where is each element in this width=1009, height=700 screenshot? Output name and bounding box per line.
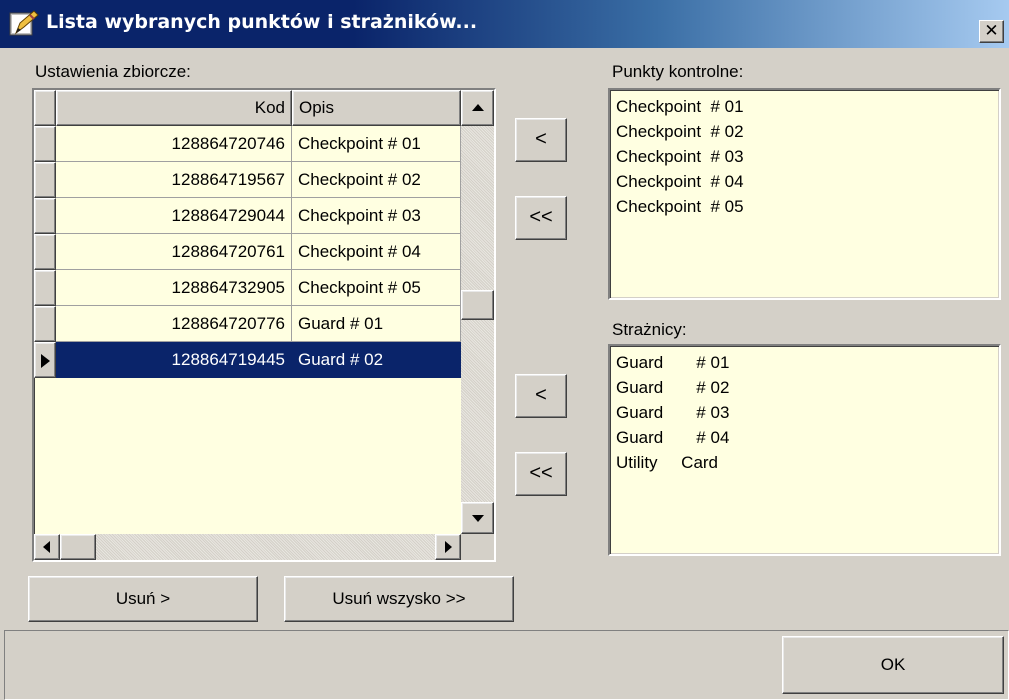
scroll-up-button[interactable] — [461, 90, 494, 126]
checkpoints-list[interactable]: Checkpoint # 01 Checkpoint # 02 Checkpoi… — [608, 88, 1001, 300]
dialog-window: Lista wybranych punktów i strażników... … — [0, 0, 1009, 700]
move-guard-back-button[interactable]: < — [515, 374, 567, 418]
cell-opis: Guard # 01 — [292, 306, 461, 342]
cell-opis: Checkpoint # 03 — [292, 198, 461, 234]
move-single-label: < — [535, 384, 547, 406]
row-indicator[interactable] — [34, 306, 56, 342]
guards-label: Strażnicy: — [612, 320, 687, 339]
cell-kod: 128864732905 — [56, 270, 292, 306]
arrow-right-icon — [445, 541, 452, 553]
list-item[interactable]: Guard # 04 — [616, 425, 999, 450]
table-row[interactable]: 128864719567 Checkpoint # 02 — [34, 162, 461, 198]
list-item[interactable]: Guard # 01 — [616, 350, 999, 375]
cell-kod: 128864720776 — [56, 306, 292, 342]
grid-horizontal-scrollbar[interactable] — [34, 534, 461, 560]
table-row[interactable]: 128864720761 Checkpoint # 04 — [34, 234, 461, 270]
row-indicator[interactable] — [34, 270, 56, 306]
checkpoints-label: Punkty kontrolne: — [612, 62, 744, 81]
row-indicator[interactable] — [34, 162, 56, 198]
row-indicator[interactable] — [34, 234, 56, 270]
cell-opis: Checkpoint # 04 — [292, 234, 461, 270]
row-indicator[interactable] — [34, 126, 56, 162]
arrow-up-icon — [471, 104, 484, 111]
list-item[interactable]: Checkpoint # 04 — [616, 169, 999, 194]
table-row-selected[interactable]: 128864719445 Guard # 02 — [34, 342, 461, 378]
cell-kod: 128864719445 — [56, 342, 292, 378]
remove-all-button-label: Usuń wszysko >> — [332, 589, 466, 608]
list-item[interactable]: Guard # 02 — [616, 375, 999, 400]
table-row[interactable]: 128864729044 Checkpoint # 03 — [34, 198, 461, 234]
horizontal-scroll-thumb[interactable] — [60, 534, 96, 560]
cell-opis: Checkpoint # 01 — [292, 126, 461, 162]
scroll-down-button[interactable] — [461, 502, 494, 534]
list-item[interactable]: Checkpoint # 01 — [616, 94, 999, 119]
row-indicator-current[interactable] — [34, 342, 56, 378]
arrow-down-icon — [471, 515, 484, 522]
cell-opis: Checkpoint # 02 — [292, 162, 461, 198]
close-button[interactable]: ✕ — [979, 20, 1004, 43]
cell-opis: Checkpoint # 05 — [292, 270, 461, 306]
vertical-scroll-thumb[interactable] — [461, 290, 494, 320]
cell-kod: 128864720746 — [56, 126, 292, 162]
list-item[interactable]: Checkpoint # 02 — [616, 119, 999, 144]
remove-button-label: Usuń > — [115, 589, 171, 608]
row-indicator[interactable] — [34, 198, 56, 234]
close-icon: ✕ — [984, 21, 999, 41]
list-item[interactable]: Guard # 03 — [616, 400, 999, 425]
ok-button[interactable]: OK — [782, 636, 1004, 694]
list-item[interactable]: Checkpoint # 03 — [616, 144, 999, 169]
grid-vertical-scrollbar[interactable] — [461, 90, 494, 534]
move-all-label: << — [529, 462, 553, 484]
current-row-arrow-icon — [41, 354, 50, 368]
table-row[interactable]: 128864732905 Checkpoint # 05 — [34, 270, 461, 306]
selected-items-grid[interactable]: Kod Opis 128864720746 Checkpoint # 01 12… — [32, 88, 496, 562]
ok-button-label: OK — [880, 655, 906, 674]
move-all-checkpoints-back-button[interactable]: << — [515, 196, 567, 240]
guards-list[interactable]: Guard # 01 Guard # 02 Guard # 03 Guard #… — [608, 344, 1001, 556]
scroll-right-button[interactable] — [435, 534, 461, 560]
grid-header: Kod Opis — [34, 90, 461, 126]
header-indicator-cell — [34, 90, 56, 126]
table-row[interactable]: 128864720776 Guard # 01 — [34, 306, 461, 342]
arrow-left-icon — [43, 541, 50, 553]
list-item[interactable]: Utility Card — [616, 450, 999, 475]
move-all-label: << — [529, 206, 553, 228]
scrollbar-corner — [461, 534, 494, 560]
list-item[interactable]: Checkpoint # 05 — [616, 194, 999, 219]
table-row[interactable]: 128864720746 Checkpoint # 01 — [34, 126, 461, 162]
title-bar[interactable]: Lista wybranych punktów i strażników... … — [0, 0, 1009, 48]
remove-all-button[interactable]: Usuń wszysko >> — [284, 576, 514, 622]
cell-kod: 128864719567 — [56, 162, 292, 198]
move-checkpoint-back-button[interactable]: < — [515, 118, 567, 162]
remove-button[interactable]: Usuń > — [28, 576, 258, 622]
window-title: Lista wybranych punktów i strażników... — [46, 11, 478, 33]
cell-opis: Guard # 02 — [292, 342, 461, 378]
pencil-app-icon — [9, 10, 39, 36]
column-header-opis[interactable]: Opis — [292, 90, 461, 126]
column-header-kod[interactable]: Kod — [56, 90, 292, 126]
cell-kod: 128864720761 — [56, 234, 292, 270]
scroll-left-button[interactable] — [34, 534, 60, 560]
move-single-label: < — [535, 128, 547, 150]
bulk-settings-label: Ustawienia zbiorcze: — [35, 62, 191, 81]
move-all-guards-back-button[interactable]: << — [515, 452, 567, 496]
cell-kod: 128864729044 — [56, 198, 292, 234]
